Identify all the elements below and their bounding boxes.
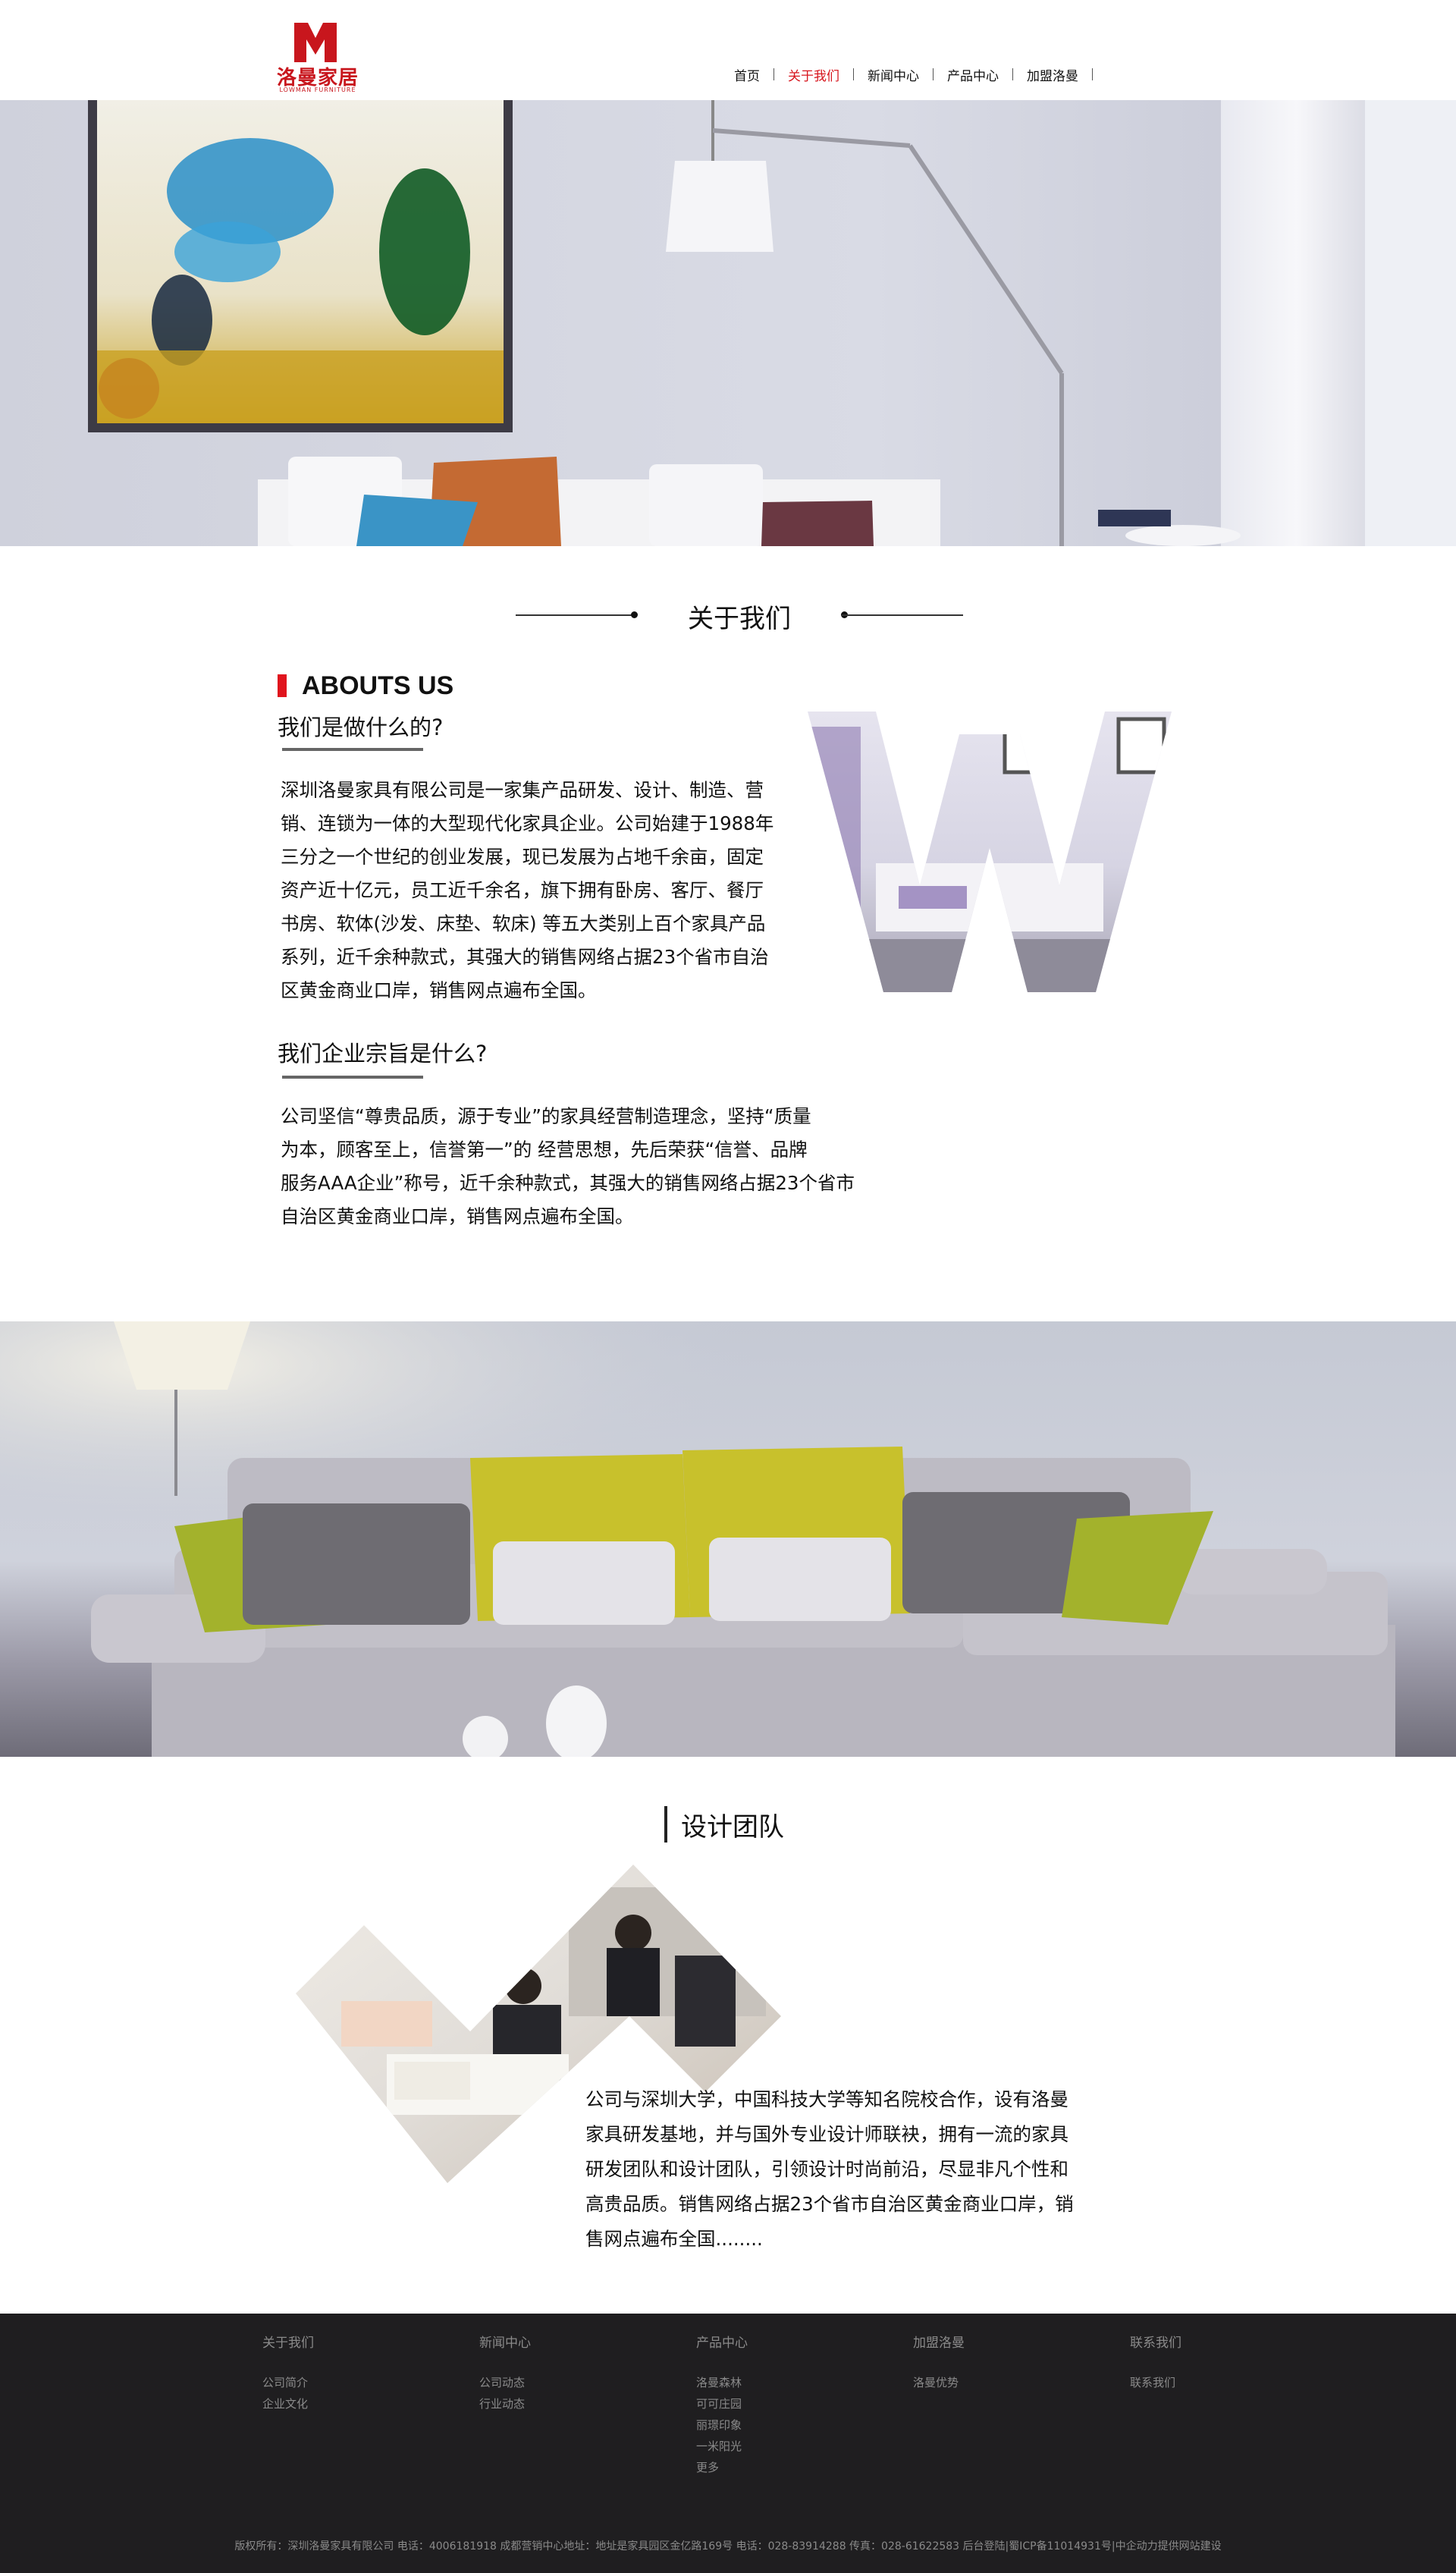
text-line: 售网点遍布全国........: [585, 2228, 763, 2250]
text-line: 服务AAA企业”称号，近千余种款式，其强大的销售网络占据23个省市: [281, 1172, 855, 1194]
nav-divider: [1092, 68, 1093, 80]
footer-col-contact: 联系我们 联系我们: [1130, 2332, 1181, 2393]
text-line: 公司坚信“尊贵品质，源于专业”的家具经营制造理念，坚持“质量: [281, 1105, 811, 1127]
section-title-text: 关于我们: [688, 604, 791, 634]
footer-link[interactable]: 公司动态: [479, 2372, 531, 2393]
question-what-we-do: 我们是做什么的?: [278, 715, 444, 740]
footer-copyright: 版权所有：深圳洛曼家具有限公司 电话：4006181918 成都营销中心地址：地…: [234, 2540, 1222, 2553]
text-line: 三分之一个世纪的创业发展，现已发展为占地千余亩，固定: [281, 846, 764, 868]
text-line: 自治区黄金商业口岸，销售网点遍布全国。: [281, 1205, 634, 1227]
footer-heading[interactable]: 新闻中心: [479, 2332, 531, 2351]
footer-col-about: 关于我们 公司简介 企业文化: [262, 2332, 314, 2414]
footer-link[interactable]: 行业动态: [479, 2393, 531, 2414]
text-line: 资产近十亿元，员工近千余名，旗下拥有卧房、客厅、餐厅: [281, 879, 764, 901]
about-paragraph-2: 公司坚信“尊贵品质，源于专业”的家具经营制造理念，坚持“质量 为本，顾客至上，信…: [281, 1100, 855, 1233]
text-line: 为本，顾客至上，信誉第一”的 经营思想，先后荣获“信誉、品牌: [281, 1139, 808, 1161]
about-paragraph-1: 深圳洛曼家具有限公司是一家集产品研发、设计、制造、营 销、连锁为一体的大型现代化…: [281, 774, 774, 1007]
nav-about[interactable]: 关于我们: [774, 65, 853, 84]
sofa-banner: [0, 1321, 1456, 1757]
nav-news[interactable]: 新闻中心: [854, 65, 933, 84]
footer-col-news: 新闻中心 公司动态 行业动态: [479, 2332, 531, 2414]
footer-link[interactable]: 更多: [696, 2457, 748, 2478]
logo-subtext: LOWMAN FURNITURE: [279, 86, 356, 93]
footer-heading[interactable]: 关于我们: [262, 2332, 314, 2351]
footer-col-franchise: 加盟洛曼 洛曼优势: [913, 2332, 965, 2393]
about-section-title: 关于我们: [516, 592, 963, 637]
living-room-image: [0, 100, 1456, 546]
team-paragraph: 公司与深圳大学，中国科技大学等知名院校合作，设有洛曼 家具研发基地，并与国外专业…: [585, 2082, 1109, 2257]
about-en-title: ABOUTS US: [302, 671, 454, 700]
question-underline: [282, 1076, 423, 1079]
about-en-heading: ABOUTS US: [278, 671, 453, 701]
logo[interactable]: 洛曼家居 LOWMAN FURNITURE: [276, 18, 359, 94]
footer-link[interactable]: 公司简介: [262, 2372, 314, 2393]
text-line: 公司与深圳大学，中国科技大学等知名院校合作，设有洛曼: [585, 2088, 1068, 2110]
nav-products[interactable]: 产品中心: [934, 65, 1012, 84]
main-nav: 首页 关于我们 新闻中心 产品中心 加盟洛曼: [720, 64, 1093, 85]
footer-heading[interactable]: 产品中心: [696, 2332, 748, 2351]
site-header: 洛曼家居 LOWMAN FURNITURE 首页 关于我们 新闻中心 产品中心 …: [0, 0, 1456, 100]
footer-link[interactable]: 洛曼森林: [696, 2372, 748, 2393]
hero-banner: [0, 100, 1456, 546]
footer-link[interactable]: 一米阳光: [696, 2436, 748, 2457]
footer-link[interactable]: 可可庄园: [696, 2393, 748, 2414]
logo-mark-icon: [294, 23, 337, 62]
text-line: 区黄金商业口岸，销售网点遍布全国。: [281, 979, 597, 1001]
text-line: 销、连锁为一体的大型现代化家具企业。公司始建于1988年: [281, 812, 774, 834]
text-line: 深圳洛曼家具有限公司是一家集产品研发、设计、制造、营: [281, 779, 764, 801]
footer-col-products: 产品中心 洛曼森林 可可庄园 丽璟印象 一米阳光 更多: [696, 2332, 748, 2478]
footer-heading[interactable]: 联系我们: [1130, 2332, 1181, 2351]
footer-link[interactable]: 洛曼优势: [913, 2372, 965, 2393]
question-company-mission: 我们企业宗旨是什么?: [278, 1041, 488, 1067]
text-line: 系列，近千余种款式，其强大的销售网络占据23个省市自治: [281, 946, 769, 968]
footer-heading[interactable]: 加盟洛曼: [913, 2332, 965, 2351]
nav-franchise[interactable]: 加盟洛曼: [1013, 65, 1092, 84]
text-line: 高贵品质。销售网络占据23个省市自治区黄金商业口岸，销: [585, 2193, 1074, 2215]
footer-link[interactable]: 联系我们: [1130, 2372, 1181, 2393]
w-letter-image: [808, 712, 1172, 992]
red-accent-bar: [278, 674, 287, 697]
footer-link[interactable]: 企业文化: [262, 2393, 314, 2414]
title-line-right: [842, 614, 963, 616]
nav-home[interactable]: 首页: [720, 65, 774, 84]
text-line: 家具研发基地，并与国外专业设计师联袂，拥有一流的家具: [585, 2123, 1068, 2145]
sofa-image: [0, 1321, 1456, 1757]
text-line: 书房、软体(沙发、床垫、软床) 等五大类别上百个家具产品: [281, 913, 766, 935]
text-line: 研发团队和设计团队，引领设计时尚前沿，尽显非凡个性和: [585, 2158, 1068, 2180]
question-underline: [282, 748, 423, 751]
site-footer: 关于我们 公司简介 企业文化 新闻中心 公司动态 行业动态 产品中心 洛曼森林 …: [0, 2314, 1456, 2573]
footer-link[interactable]: 丽璟印象: [696, 2414, 748, 2436]
